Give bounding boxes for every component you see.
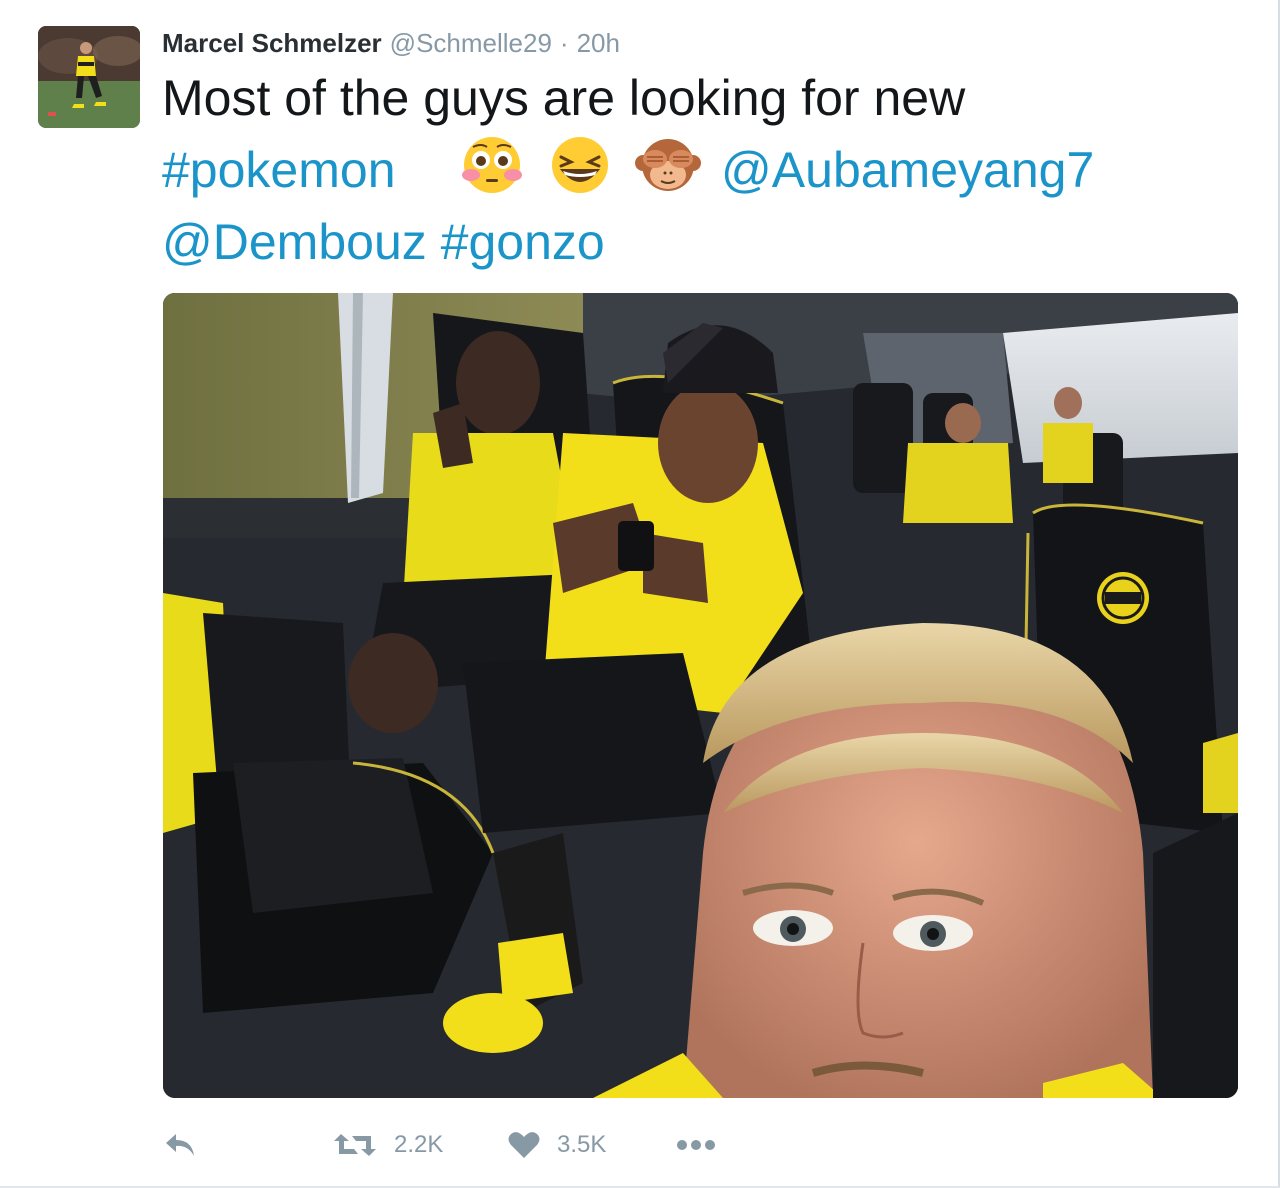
team-bus-selfie-image xyxy=(163,293,1238,1098)
tweet-header: Marcel Schmelzer @Schmelle29 · 20h xyxy=(162,26,620,60)
see-no-evil-monkey-emoji xyxy=(635,139,702,191)
hashtag-pokemon-link[interactable]: #pokemon xyxy=(162,142,396,198)
more-icon xyxy=(677,1140,715,1150)
flushed-face-emoji xyxy=(462,137,523,193)
like-count: 3.5K xyxy=(557,1131,607,1158)
separator-dot: · xyxy=(559,27,569,58)
tweet-text-line-2: #pokemon @Aubameyang7 xyxy=(162,134,1242,206)
like-button[interactable]: 3.5K xyxy=(507,1122,606,1168)
author-handle[interactable]: @Schmelle29 xyxy=(390,28,552,59)
hashtag-gonzo-link[interactable]: #gonzo xyxy=(441,214,605,270)
heart-icon xyxy=(508,1132,540,1158)
reply-button[interactable] xyxy=(162,1122,198,1168)
author-avatar[interactable] xyxy=(38,26,140,128)
retweet-button[interactable]: 2.2K xyxy=(332,1122,443,1168)
tweet-text-line-3: @Dembouz #gonzo xyxy=(162,206,1242,278)
grinning-squinting-face-emoji xyxy=(552,137,609,193)
mention-dembouz-link[interactable]: @Dembouz xyxy=(162,214,427,270)
tweet-timestamp[interactable]: 20h xyxy=(577,28,620,59)
tweet-text: Most of the guys are looking for new #po… xyxy=(162,62,1242,278)
avatar-image xyxy=(38,26,140,128)
mention-aubameyang-link[interactable]: @Aubameyang7 xyxy=(721,142,1094,198)
author-name[interactable]: Marcel Schmelzer xyxy=(162,28,382,59)
tweet-text-line-1: Most of the guys are looking for new xyxy=(162,70,966,126)
tweet-photo[interactable] xyxy=(163,293,1238,1098)
retweet-count: 2.2K xyxy=(394,1131,444,1158)
more-button[interactable] xyxy=(674,1122,718,1168)
tweet-actions: 2.2K 3.5K xyxy=(162,1122,862,1168)
tweet: Marcel Schmelzer @Schmelle29 · 20h Most … xyxy=(0,0,1280,1188)
reply-icon xyxy=(166,1134,194,1156)
retweet-icon xyxy=(334,1134,376,1156)
